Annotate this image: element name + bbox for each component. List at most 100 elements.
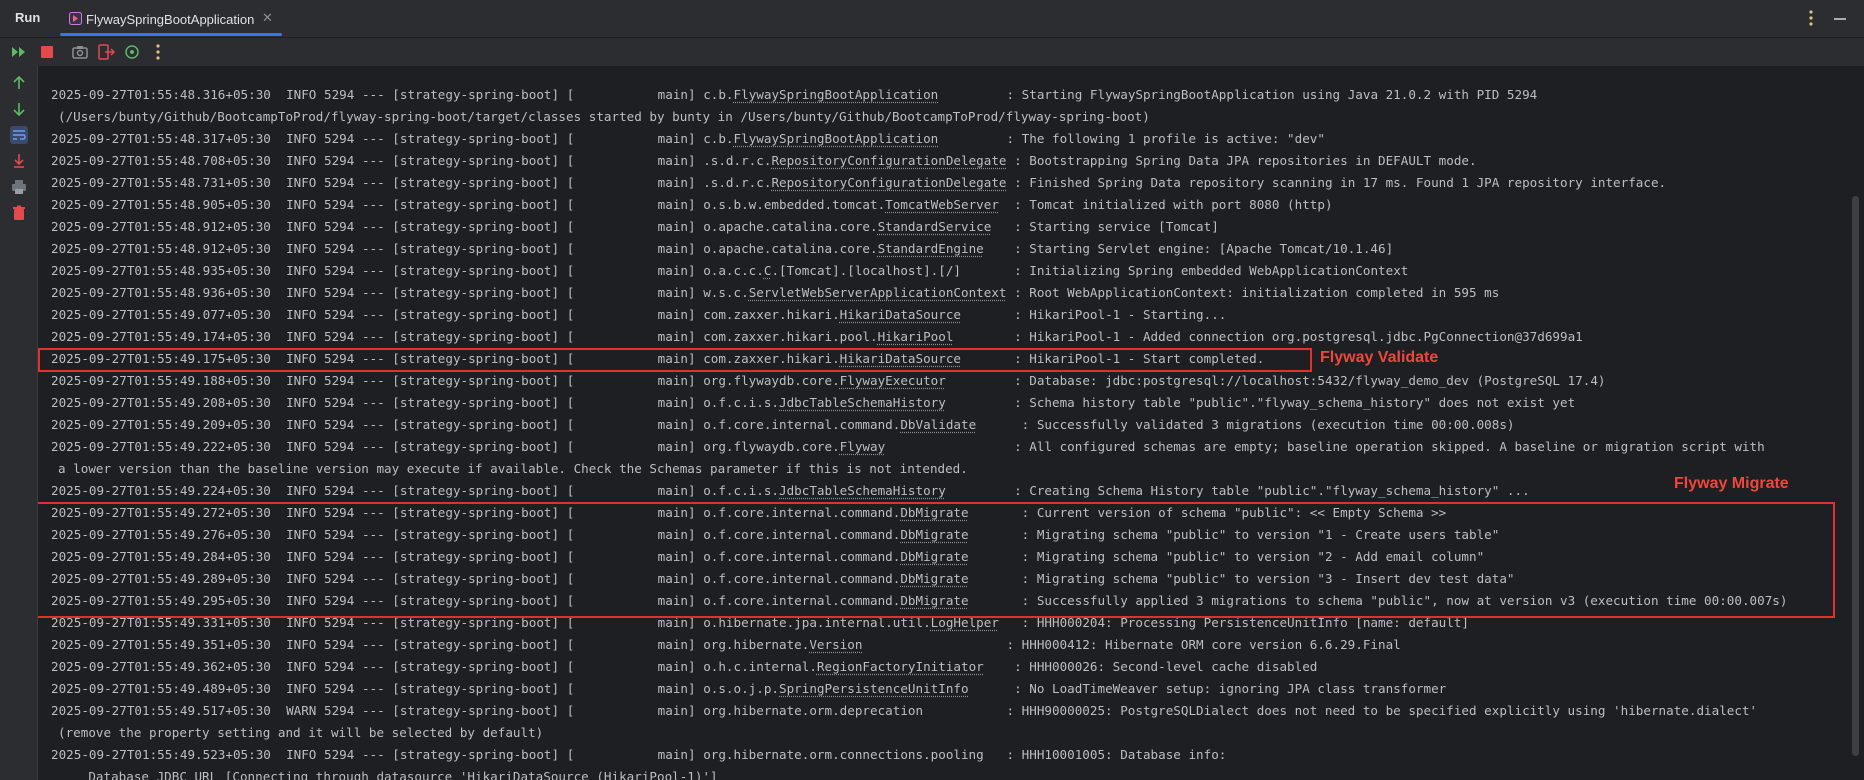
log-logger-class[interactable]: JdbcTableSchemaHistory: [779, 395, 946, 410]
exit-icon[interactable]: [96, 42, 116, 62]
log-logger-pad: [946, 395, 1014, 410]
log-logger-class[interactable]: ServletWebServerApplicationContext: [749, 285, 1007, 300]
log-separator: ---: [361, 659, 385, 674]
log-logger-class[interactable]: SpringPersistenceUnitInfo: [779, 681, 969, 696]
log-logger-pad: [976, 417, 1022, 432]
log-message: : Schema history table "public"."flyway_…: [1014, 395, 1576, 410]
close-icon[interactable]: ✕: [262, 11, 273, 26]
log-level: INFO: [286, 373, 317, 388]
minimize-icon[interactable]: [1834, 18, 1846, 20]
log-logger-class[interactable]: FlywayExecutor: [840, 373, 946, 388]
arrow-up-icon[interactable]: [10, 74, 28, 92]
log-logger-class[interactable]: StandardEngine: [878, 241, 984, 256]
clear-all-icon[interactable]: [10, 204, 28, 222]
log-separator: ---: [361, 87, 385, 102]
vertical-scrollbar[interactable]: [1852, 196, 1859, 756]
log-logger-package: o.f.core.internal.command.: [703, 417, 901, 432]
log-logger-class[interactable]: DbValidate: [900, 417, 976, 432]
log-logger-class[interactable]: RegionFactoryInitiator: [817, 659, 984, 674]
soft-wrap-icon[interactable]: [10, 126, 28, 144]
log-line: 2025-09-27T01:55:49.362+05:30 INFO 5294 …: [51, 656, 1787, 678]
console-output[interactable]: 2025-09-27T01:55:48.316+05:30 INFO 5294 …: [38, 66, 1864, 780]
log-app-name: [strategy-spring-boot]: [392, 87, 560, 102]
log-app-name: [strategy-spring-boot]: [392, 197, 560, 212]
log-thread: [ main]: [566, 87, 696, 102]
log-logger-class[interactable]: HikariDataSource: [840, 307, 961, 322]
log-logger-pad: [938, 87, 1006, 102]
log-app-name: [strategy-spring-boot]: [392, 241, 560, 256]
log-message: : HikariPool-1 - Added connection org.po…: [1014, 329, 1583, 344]
log-separator: ---: [361, 197, 385, 212]
debug-attach-icon[interactable]: [122, 42, 142, 62]
log-level: INFO: [286, 219, 317, 234]
log-logger-class[interactable]: RepositoryConfigurationDelegate: [771, 175, 1006, 190]
log-separator: ---: [361, 417, 385, 432]
log-app-name: [strategy-spring-boot]: [392, 131, 560, 146]
log-separator: ---: [361, 747, 385, 762]
log-logger-pad: [961, 263, 1014, 278]
log-app-name: [strategy-spring-boot]: [392, 175, 560, 190]
log-pid: 5294: [324, 373, 355, 388]
log-line: 2025-09-27T01:55:49.489+05:30 INFO 5294 …: [51, 678, 1787, 700]
scroll-to-end-icon[interactable]: [10, 152, 28, 170]
log-lines: 2025-09-27T01:55:48.316+05:30 INFO 5294 …: [51, 84, 1787, 780]
tab-flyway-spring-boot-application[interactable]: FlywaySpringBootApplication ✕: [60, 4, 282, 36]
camera-icon[interactable]: [70, 42, 90, 62]
log-logger-class[interactable]: Flyway: [840, 439, 886, 454]
flyway-validate-annotation: Flyway Validate: [1320, 349, 1439, 366]
log-logger-class[interactable]: HikariPool: [878, 329, 954, 344]
log-pid: 5294: [324, 703, 355, 718]
log-message: : No LoadTimeWeaver setup: ignoring JPA …: [1014, 681, 1447, 696]
log-pid: 5294: [324, 241, 355, 256]
rerun-icon[interactable]: [9, 42, 29, 62]
log-logger-class[interactable]: StandardService: [878, 219, 992, 234]
log-logger-pad: [885, 439, 1014, 454]
log-logger-class[interactable]: TomcatWebServer: [885, 197, 999, 212]
log-continuation-line: Database JDBC URL [Connecting through da…: [58, 769, 718, 780]
log-level: INFO: [286, 329, 317, 344]
log-logger-package: c.b.: [703, 131, 734, 146]
log-logger-pad: [999, 197, 1014, 212]
log-timestamp: 2025-09-27T01:55:49.489+05:30: [51, 681, 271, 696]
log-pid: 5294: [324, 637, 355, 652]
log-separator: ---: [361, 329, 385, 344]
log-level: INFO: [286, 417, 317, 432]
log-thread: [ main]: [566, 373, 696, 388]
log-timestamp: 2025-09-27T01:55:48.935+05:30: [51, 263, 271, 278]
arrow-down-icon[interactable]: [10, 100, 28, 118]
stop-icon[interactable]: [37, 42, 57, 62]
log-logger-class[interactable]: FlywaySpringBootApplication: [734, 87, 939, 102]
log-logger-pad: [984, 747, 1007, 762]
log-timestamp: 2025-09-27T01:55:49.224+05:30: [51, 483, 271, 498]
log-message: : Root WebApplicationContext: initializa…: [1014, 285, 1500, 300]
log-thread: [ main]: [566, 483, 696, 498]
log-message: : Finished Spring Data repository scanni…: [1014, 175, 1667, 190]
log-thread: [ main]: [566, 681, 696, 696]
log-logger-package: org.hibernate.orm.connections.pooling: [703, 747, 984, 762]
log-timestamp: 2025-09-27T01:55:48.316+05:30: [51, 87, 271, 102]
log-message: : The following 1 profile is active: "de…: [1006, 131, 1325, 146]
log-logger-class[interactable]: JdbcTableSchemaHistory: [779, 483, 946, 498]
log-logger-class[interactable]: Version: [809, 637, 862, 652]
log-pid: 5294: [324, 131, 355, 146]
toolbar-more-icon[interactable]: [148, 42, 168, 62]
log-separator: ---: [361, 263, 385, 278]
log-app-name: [strategy-spring-boot]: [392, 395, 560, 410]
log-level: INFO: [286, 153, 317, 168]
log-thread: [ main]: [566, 241, 696, 256]
log-separator: ---: [361, 703, 385, 718]
print-icon[interactable]: [10, 178, 28, 196]
log-line: 2025-09-27T01:55:48.935+05:30 INFO 5294 …: [51, 260, 1787, 282]
log-separator: ---: [361, 307, 385, 322]
log-logger-class[interactable]: FlywaySpringBootApplication: [734, 131, 939, 146]
log-message: : HikariPool-1 - Starting...: [1014, 307, 1227, 322]
log-level: INFO: [286, 131, 317, 146]
log-logger-pad: [946, 373, 1014, 388]
log-separator: ---: [361, 373, 385, 388]
log-pid: 5294: [324, 175, 355, 190]
log-pid: 5294: [324, 439, 355, 454]
log-message: : Successfully validated 3 migrations (e…: [1021, 417, 1515, 432]
log-logger-class[interactable]: RepositoryConfigurationDelegate: [771, 153, 1006, 168]
more-options-icon[interactable]: [1803, 9, 1819, 27]
log-app-name: [strategy-spring-boot]: [392, 285, 560, 300]
